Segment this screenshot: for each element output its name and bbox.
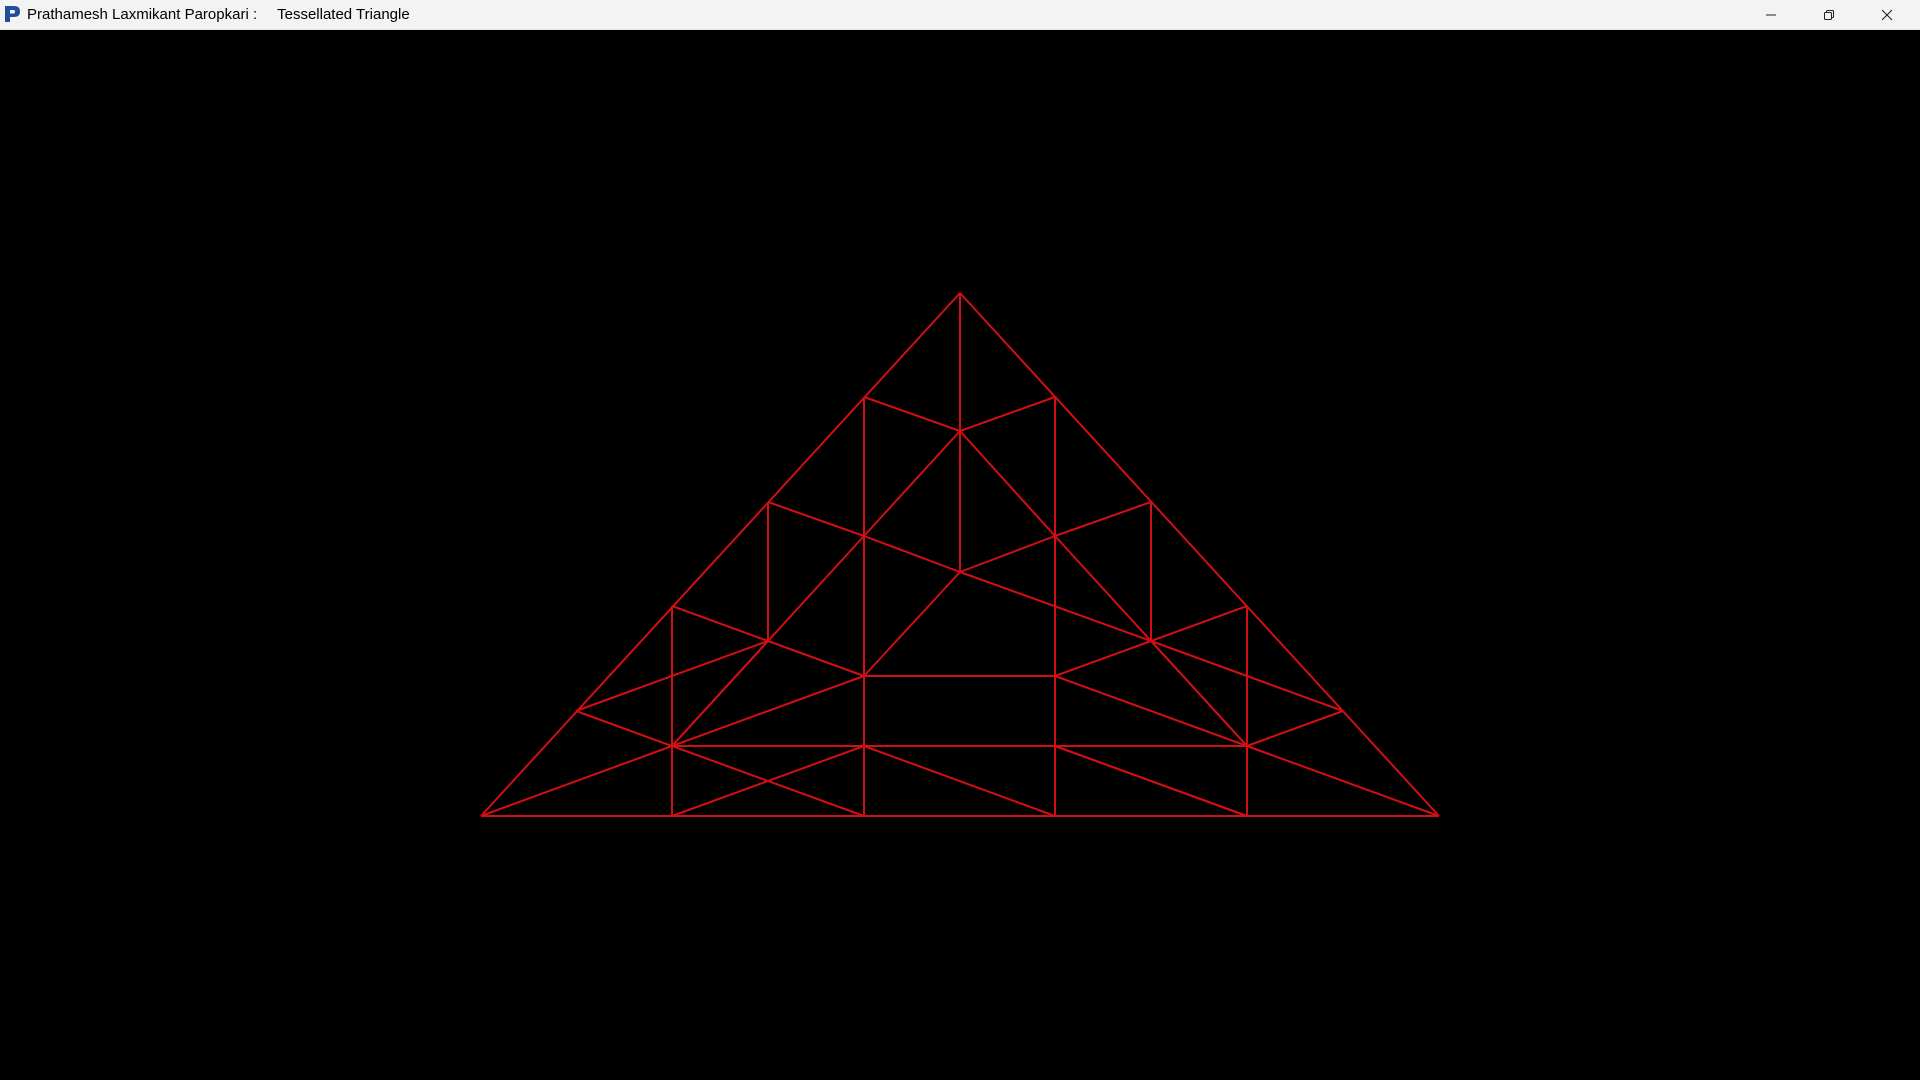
title-bar[interactable]: Prathamesh Laxmikant Paropkari : Tessella… (0, 0, 1920, 30)
tessellation-edge (1246, 745, 1440, 817)
tessellation-edge (671, 640, 769, 747)
tessellation-edge (480, 292, 961, 817)
tessellation-edge (863, 571, 961, 677)
tessellation-edge (671, 605, 769, 642)
tessellation-edge (863, 535, 961, 573)
tessellation-edge (1054, 745, 1248, 817)
tessellation-edge (1150, 640, 1248, 747)
window-title-text: Tessellated Triangle (277, 6, 410, 23)
app-name: Prathamesh Laxmikant Paropkari : (27, 6, 258, 23)
app-window: Prathamesh Laxmikant Paropkari : Tessella… (0, 0, 1920, 1080)
restore-icon (1824, 9, 1834, 20)
tessellation-edge (767, 501, 865, 537)
tessellation-edge (1054, 675, 1248, 747)
tessellation-edge (575, 710, 673, 747)
tessellated-triangle (480, 292, 1440, 817)
tessellation-edge (959, 292, 1440, 817)
tessellation-edge (863, 430, 961, 537)
restore-button[interactable] (1800, 0, 1858, 29)
tessellation-edge (959, 535, 1056, 573)
tessellation-edge (959, 396, 1056, 432)
tessellation-edge (1246, 710, 1344, 747)
tessellation-edge (1054, 640, 1152, 677)
render-canvas[interactable] (0, 29, 1920, 1080)
tessellation-edge (1054, 501, 1152, 537)
tessellation-edge (863, 745, 1056, 817)
letter-p-icon (5, 6, 20, 22)
close-icon (1881, 9, 1893, 20)
close-button[interactable] (1858, 0, 1916, 29)
tessellation-edge (671, 675, 865, 747)
tessellation-edge (480, 745, 673, 817)
tessellation-edge (959, 430, 1056, 537)
minimize-icon (1766, 14, 1776, 15)
tessellation-edge (767, 640, 865, 677)
tessellation-edge (863, 396, 961, 432)
minimize-button[interactable] (1742, 0, 1800, 29)
tessellation-edge (1150, 605, 1248, 642)
window-title: Prathamesh Laxmikant Paropkari : Tessella… (27, 0, 410, 29)
